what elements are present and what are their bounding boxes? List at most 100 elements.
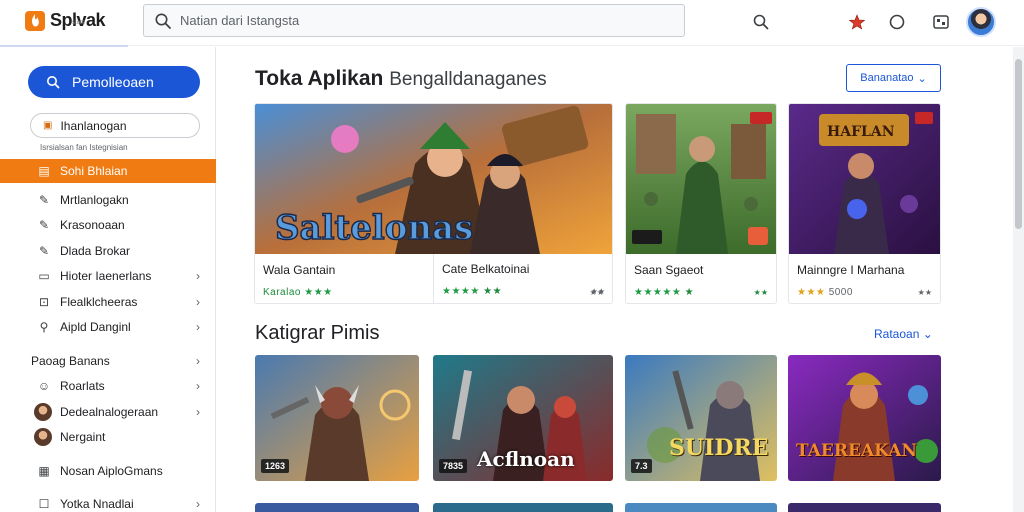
app-card-title: Mainngre I Marhana <box>797 263 905 277</box>
category-tile-badge: 7835 <box>439 459 468 473</box>
app-card-rating-extra: 5000 <box>828 287 853 298</box>
app-card-title: Wala Gantain <box>263 263 336 277</box>
sidebar: Pemolleoaen ▣ Ihanlanogan Isrsialsan fan… <box>0 47 216 512</box>
user-avatar <box>34 402 52 421</box>
chevron-right-icon: › <box>196 269 200 284</box>
star-icon[interactable] <box>847 12 867 32</box>
star-rating-icon: ★★★★★ <box>634 287 682 298</box>
category-tile-partial[interactable] <box>788 503 941 512</box>
category-tile-partial[interactable] <box>625 503 777 512</box>
sidebar-item-0[interactable]: ▤ Sohi Bhlaian <box>0 159 216 183</box>
search-bar[interactable] <box>143 4 685 37</box>
document-icon: ▤ <box>38 164 50 178</box>
sidebar-item-11[interactable]: ▦ Nosan AiploGmans <box>0 458 216 484</box>
sidebar-item-1[interactable]: ✎ Mrtlanlogakn <box>0 187 216 213</box>
sidebar-item-8[interactable]: ☺ Roarlats › <box>0 374 216 400</box>
category-tile-badge: 7.3 <box>631 459 652 473</box>
category-tile[interactable]: 7835 Acflnoan <box>433 355 613 481</box>
category-tile[interactable]: 7.3 SUIDRE <box>625 355 777 481</box>
chevron-right-icon: › <box>196 294 200 309</box>
star-rating-icon: ★★★ <box>797 287 826 298</box>
app-card-rating-extra: ★★ <box>483 286 503 297</box>
calendar-icon: ▦ <box>38 463 50 478</box>
app-logo[interactable]: Splvak <box>24 8 106 32</box>
category-tile-title: SUIDRE <box>669 435 769 461</box>
section-title-bold: Toka Aplikan <box>255 67 384 90</box>
sidebar-note: Isrsialsan fan Istegnisian <box>40 143 128 152</box>
category-tile-title: Acflnoan <box>477 447 575 471</box>
star-rating-icon: ★★★★ <box>442 286 480 297</box>
app-card[interactable]: Saan Sgaeot ★★★★★ ★ ★★ <box>625 103 777 304</box>
category-tile-title: TAEREAKAN <box>796 441 917 461</box>
section-title-light: Bengalldanaganes <box>389 69 547 90</box>
pencil-icon: ✎ <box>38 192 50 207</box>
wrench-icon: ⚲ <box>39 320 49 335</box>
sidebar-item-label: Sohi Bhlaian <box>60 164 128 178</box>
search-icon[interactable] <box>751 12 771 32</box>
app-logo-subtext: store <box>72 20 86 26</box>
sidebar-item-label: Hioter Iaenerlans <box>60 269 152 284</box>
search-icon <box>47 76 60 89</box>
see-more-link[interactable]: Rataoan ⌄ <box>874 327 933 341</box>
folder-icon: ▭ <box>38 269 50 284</box>
category-tile-badge: 1263 <box>261 459 290 473</box>
app-card-rating: ★★★★ ★★ <box>442 286 502 297</box>
sidebar-item-label: Krasonoaan <box>60 218 125 233</box>
app-card[interactable]: HAFLAN Mainngre I Marhana ★★★ 5000 ★★ <box>788 103 941 304</box>
app-card-secondary[interactable]: Cate Belkatoinai ★★★★ ★★ ★★ <box>434 254 613 304</box>
card-divider <box>433 254 434 304</box>
star-rating-icon: ★★★ <box>304 287 333 298</box>
sidebar-item-4[interactable]: ▭ Hioter Iaenerlans › <box>0 264 216 290</box>
category-tile-artwork <box>788 355 941 481</box>
section-title-categories: Katigrar Pimis <box>255 322 380 344</box>
sidebar-item-6[interactable]: ⚲ Aipld Danginl › <box>0 315 216 341</box>
category-tile[interactable]: TAEREAKAN <box>788 355 941 481</box>
sidebar-item-3[interactable]: ✎ Dlada Brokar <box>0 238 216 264</box>
app-card-rating: ★★★ 5000 <box>797 287 853 298</box>
sidebar-item-2[interactable]: ✎ Krasonoaan <box>0 213 216 239</box>
app-card-rating: Karalao ★★★ <box>263 287 333 298</box>
sidebar-item-label: Dedealnalogeraan <box>60 404 159 419</box>
sidebar-section-header[interactable]: Paoag Banans › <box>0 348 216 374</box>
sidebar-item-5[interactable]: ⊡ Flealklcheeras › <box>0 289 216 315</box>
image-icon: ⊡ <box>38 294 50 309</box>
search-input[interactable] <box>180 13 660 28</box>
pencil-icon: ✎ <box>38 243 50 258</box>
see-more-label: Rataoan <box>874 327 920 341</box>
filter-chip-label: Ihanlanogan <box>60 118 127 133</box>
filter-chip[interactable]: ▣ Ihanlanogan <box>30 113 200 138</box>
chevron-right-icon: › <box>196 320 200 335</box>
app-card-artwork <box>626 104 776 254</box>
avatar[interactable] <box>966 7 996 37</box>
sidebar-item-label: Nosan AiploGmans <box>60 463 163 478</box>
chevron-down-icon: ⌄ <box>922 327 933 341</box>
pencil-icon: ✎ <box>38 218 50 233</box>
app-card-price: ★★ <box>590 287 605 296</box>
circle-icon[interactable] <box>887 12 907 32</box>
sidebar-item-label: Dlada Brokar <box>60 243 131 258</box>
category-tile-partial[interactable] <box>433 503 613 512</box>
app-card-artwork: Saltelonas <box>255 104 612 254</box>
tag-icon: ▣ <box>43 120 53 131</box>
primary-action-button[interactable]: Pemolleoaen <box>28 66 200 98</box>
primary-action-label: Pemolleoaen <box>72 74 154 90</box>
category-tile[interactable]: 1263 <box>255 355 419 481</box>
sidebar-item-label: Yotka Nnadlai <box>60 497 134 512</box>
app-card-price: ★★ <box>917 288 932 297</box>
sidebar-item-9[interactable]: Dedealnalogeraan › <box>0 399 216 425</box>
scrollbar-thumb[interactable] <box>1015 59 1022 229</box>
sort-dropdown[interactable]: Bananatao ⌄ <box>846 64 941 92</box>
chevron-down-icon: ⌄ <box>917 72 927 85</box>
sidebar-item-label: Roarlats <box>60 379 105 394</box>
sidebar-item-10[interactable]: Nergaint <box>0 425 216 451</box>
user-avatar <box>34 428 52 447</box>
app-card-price: ★★ <box>753 288 768 297</box>
section-title-featured: Toka Aplikan Bengalldanaganes <box>255 67 547 91</box>
sidebar-item-label: Nergaint <box>60 430 106 445</box>
scrollbar[interactable] <box>1013 47 1024 512</box>
apps-icon[interactable] <box>931 12 951 32</box>
category-tile-partial[interactable] <box>255 503 419 512</box>
sidebar-item-12[interactable]: ☐ Yotka Nnadlai › <box>0 492 216 512</box>
